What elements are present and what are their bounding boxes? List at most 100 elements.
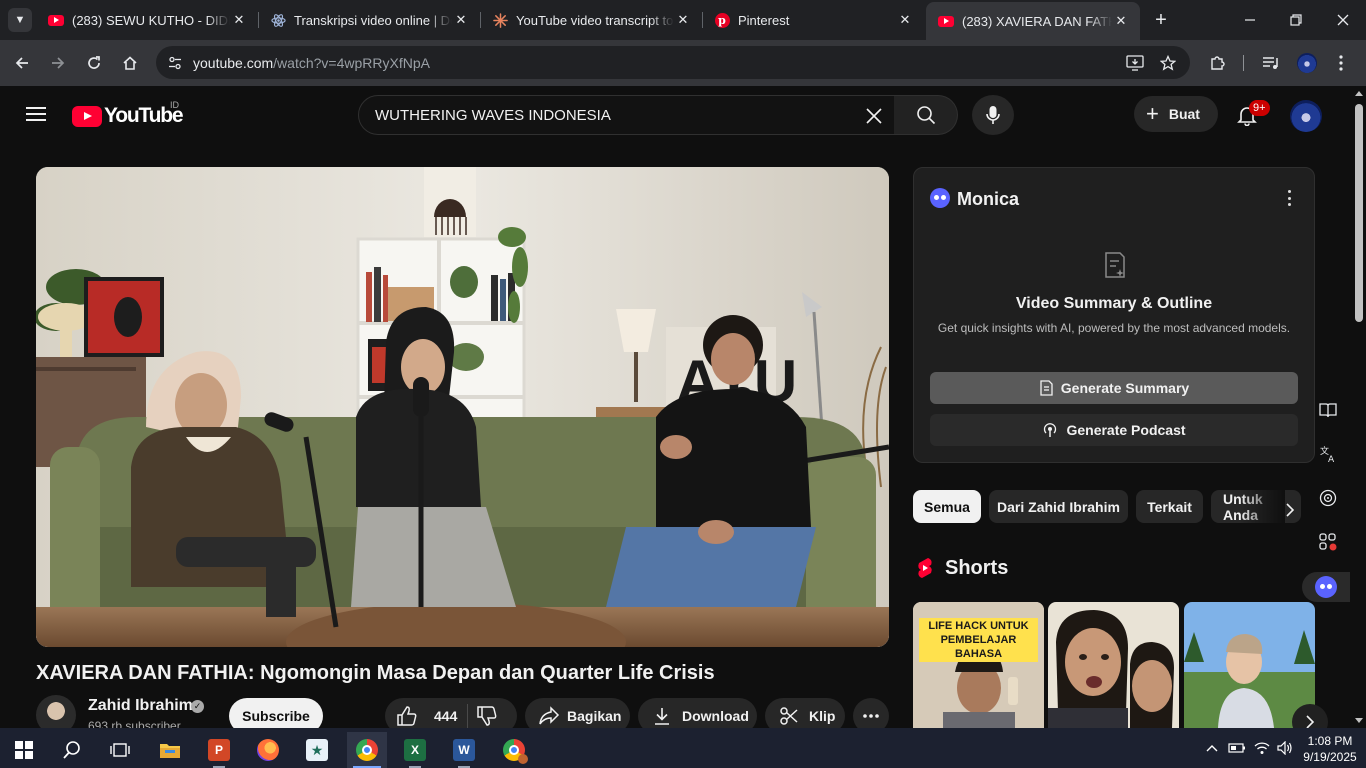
extensions-puzzle-icon[interactable]	[1207, 52, 1229, 74]
more-horizontal-icon	[863, 714, 879, 718]
site-info-icon[interactable]	[164, 52, 186, 74]
restore-icon[interactable]	[1284, 8, 1308, 32]
windows-taskbar: P ★ X W 1:08 PM 9/19/2025	[0, 728, 1366, 768]
scroll-up-arrow-icon[interactable]	[1355, 91, 1363, 96]
word-icon[interactable]: W	[444, 732, 484, 768]
close-tab-icon[interactable]: ✕	[1112, 12, 1130, 30]
chip-related[interactable]: Terkait	[1136, 490, 1203, 523]
video-player[interactable]: AYU	[36, 167, 889, 647]
minimize-icon[interactable]	[1238, 8, 1262, 32]
voice-search-button[interactable]	[972, 95, 1014, 135]
tab-title: (283) SEWU KUTHO - DIDI KEMPOT	[72, 12, 230, 28]
taskbar-search-icon[interactable]	[52, 732, 92, 768]
youtube-icon	[48, 12, 64, 28]
youtube-logo[interactable]: YouTube ID	[72, 100, 184, 128]
bookmark-star-icon[interactable]	[1158, 53, 1178, 73]
monica-launcher-icon[interactable]	[1302, 572, 1350, 602]
chrome-taskbar-icon[interactable]	[347, 732, 387, 768]
close-window-icon[interactable]	[1331, 8, 1355, 32]
tab-title: YouTube video transcript tool	[516, 12, 674, 28]
verified-check-icon: ✓	[191, 700, 204, 713]
close-tab-icon[interactable]: ✕	[674, 11, 692, 29]
chip-from-channel[interactable]: Dari Zahid Ibrahim	[989, 490, 1128, 523]
browser-tab-3[interactable]: YouTube video transcript tool ✕	[480, 0, 702, 40]
wifi-icon[interactable]	[1253, 739, 1271, 757]
shorts-icon	[916, 557, 934, 579]
reader-book-icon[interactable]	[1314, 396, 1342, 424]
browser-tab-1[interactable]: (283) SEWU KUTHO - DIDI KEMPOT ✕	[36, 0, 258, 40]
thumbs-down-icon[interactable]	[475, 704, 499, 728]
account-avatar[interactable]	[1290, 100, 1322, 132]
short-thumbnail-1[interactable]: LIFE HACK UNTUK PEMBELAJAR BAHASA	[913, 602, 1044, 728]
download-label: Download	[682, 708, 749, 724]
scroll-down-arrow-icon[interactable]	[1355, 718, 1363, 723]
address-bar[interactable]: youtube.com/watch?v=4wpRRyXfNpA	[156, 46, 1190, 79]
powerpoint-icon[interactable]: P	[199, 732, 239, 768]
video-frame: AYU	[36, 167, 889, 647]
monica-panel: Monica Video Summary & Outline Get quick…	[913, 167, 1315, 463]
volume-icon[interactable]	[1276, 739, 1294, 757]
short-3-image	[1184, 602, 1315, 728]
forward-arrow-icon[interactable]	[45, 50, 71, 76]
tab-search-chevron-icon[interactable]: ▼	[8, 8, 32, 32]
short-thumbnail-3[interactable]	[1184, 602, 1315, 728]
page-scrollbar[interactable]	[1352, 86, 1366, 728]
youtube-play-icon	[72, 105, 102, 127]
task-view-icon[interactable]	[100, 732, 140, 768]
short-thumbnail-2[interactable]	[1048, 602, 1179, 728]
windows-start-icon[interactable]	[4, 732, 44, 768]
browser-tab-bar: ▼ (283) SEWU KUTHO - DIDI KEMPOT ✕ Trans…	[0, 0, 1366, 40]
home-icon[interactable]	[117, 50, 143, 76]
generate-podcast-label: Generate Podcast	[1066, 422, 1186, 438]
back-arrow-icon[interactable]	[9, 50, 35, 76]
file-explorer-icon[interactable]	[150, 732, 190, 768]
atom-icon	[270, 12, 286, 28]
create-label: Buat	[1168, 106, 1200, 122]
clock-time: 1:08 PM	[1307, 734, 1353, 748]
excel-icon[interactable]: X	[395, 732, 435, 768]
apps-grid-icon[interactable]	[1314, 528, 1342, 556]
monica-logo-icon	[930, 188, 950, 208]
clear-search-icon[interactable]	[860, 102, 888, 130]
sparkle-icon	[492, 12, 508, 28]
close-tab-icon[interactable]: ✕	[230, 11, 248, 29]
summary-doc-icon	[1039, 380, 1053, 396]
new-tab-plus-icon[interactable]: +	[1149, 8, 1173, 32]
pinterest-icon: p	[714, 12, 730, 28]
reload-icon[interactable]	[81, 50, 107, 76]
monica-heading: Video Summary & Outline	[1015, 295, 1213, 312]
create-button[interactable]: + Buat	[1134, 96, 1218, 132]
monica-title: Monica	[957, 189, 1020, 209]
country-code: ID	[170, 100, 179, 110]
clip-label: Klip	[809, 708, 836, 724]
firefox-icon[interactable]	[248, 732, 288, 768]
system-clock[interactable]: 1:08 PM 9/19/2025	[1300, 733, 1360, 765]
browser-tab-4[interactable]: p Pinterest ✕	[702, 0, 924, 40]
generate-summary-button[interactable]: Generate Summary	[930, 372, 1298, 404]
tab-title: Pinterest	[738, 12, 790, 28]
close-tab-icon[interactable]: ✕	[452, 11, 470, 29]
browser-tab-2[interactable]: Transkripsi video online | Descript ✕	[258, 0, 480, 40]
battery-icon[interactable]	[1228, 739, 1246, 757]
pinned-app-star-icon[interactable]: ★	[297, 732, 337, 768]
scrollbar-thumb[interactable]	[1355, 104, 1363, 322]
podcast-side-icon[interactable]	[1314, 484, 1342, 512]
browser-menu-kebab-icon[interactable]	[1330, 52, 1352, 74]
hamburger-menu-icon[interactable]	[24, 103, 48, 127]
profile-avatar-icon[interactable]	[1296, 52, 1318, 74]
like-divider	[467, 704, 468, 728]
browser-tab-active[interactable]: (283) XAVIERA DAN FATHIA: Ngomongin Masa…	[926, 2, 1140, 40]
media-controls-icon[interactable]	[1260, 52, 1282, 74]
chip-all[interactable]: Semua	[913, 490, 981, 523]
translate-icon[interactable]: 文A	[1314, 440, 1342, 468]
install-app-icon[interactable]	[1125, 53, 1145, 73]
generate-podcast-button[interactable]: Generate Podcast	[930, 414, 1298, 446]
channel-name[interactable]: Zahid Ibrahim	[88, 697, 193, 715]
monica-menu-kebab-icon[interactable]	[1288, 190, 1292, 206]
search-input[interactable]: WUTHERING WAVES INDONESIA	[358, 95, 895, 135]
close-tab-icon[interactable]: ✕	[896, 11, 914, 29]
chips-chevron-right-icon[interactable]	[1276, 496, 1304, 524]
chrome-profile-taskbar-icon[interactable]	[494, 732, 534, 768]
search-button[interactable]	[894, 95, 958, 135]
tray-chevron-up-icon[interactable]	[1203, 739, 1221, 757]
